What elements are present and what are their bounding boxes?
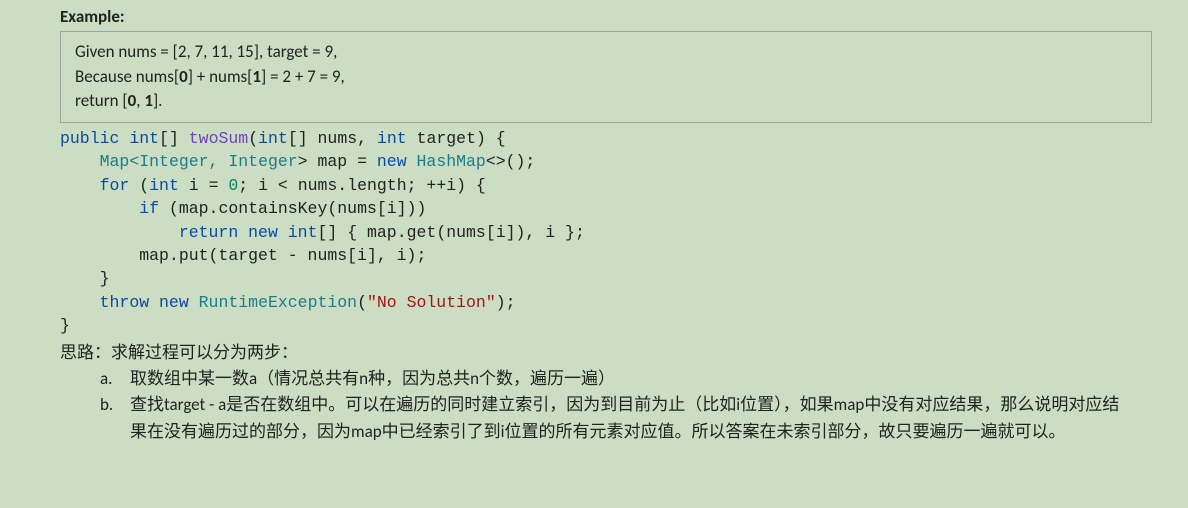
example-bold: 1 — [144, 90, 153, 111]
example-text: return [ — [75, 90, 128, 111]
code-token: for — [100, 176, 130, 195]
code-token: RuntimeException — [199, 293, 357, 312]
code-token — [60, 223, 179, 242]
code-token: return — [179, 223, 238, 242]
code-token: <>(); — [486, 152, 536, 171]
code-token — [60, 176, 100, 195]
example-box: Given nums = [2, 7, 11, 15], target = 9,… — [60, 31, 1152, 123]
code-token — [60, 293, 100, 312]
code-token: ( — [357, 293, 367, 312]
code-block: public int[] twoSum(int[] nums, int targ… — [60, 127, 1170, 338]
code-token — [189, 293, 199, 312]
code-token: new — [377, 152, 407, 171]
list-item: b. 查找target - a是否在数组中。可以在遍历的同时建立索引，因为到目前… — [100, 392, 1152, 445]
code-token: throw — [100, 293, 150, 312]
code-token: } — [60, 269, 110, 288]
code-token: twoSum — [189, 129, 248, 148]
code-token: i = — [179, 176, 229, 195]
code-token: 0 — [228, 176, 238, 195]
list-body: 取数组中某一数a（情况总共有n种，因为总共n个数，遍历一遍） — [130, 366, 1152, 392]
example-bold: 0 — [128, 90, 137, 111]
code-token: int — [377, 129, 407, 148]
code-token — [238, 223, 248, 242]
explain-head: 思路：求解过程可以分为两步： — [60, 340, 1152, 366]
code-token: < — [129, 152, 139, 171]
code-token — [407, 152, 417, 171]
list-marker: a. — [100, 366, 130, 392]
explanation: 思路：求解过程可以分为两步： a. 取数组中某一数a（情况总共有n种，因为总共n… — [60, 340, 1152, 445]
code-token: new — [159, 293, 189, 312]
example-line-3: return [0, 1]. — [75, 89, 1137, 114]
code-token: ; i < nums.length; ++i) { — [238, 176, 486, 195]
list-body: 查找target - a是否在数组中。可以在遍历的同时建立索引，因为到目前为止（… — [130, 392, 1152, 445]
example-text: Because nums[ — [75, 66, 179, 87]
example-line-2: Because nums[0] + nums[1] = 2 + 7 = 9, — [75, 65, 1137, 90]
code-token: int — [258, 129, 288, 148]
code-token: [] — [159, 129, 189, 148]
code-token — [60, 152, 100, 171]
code-token: [] { map.get(nums[i]), i }; — [318, 223, 585, 242]
code-token: int — [288, 223, 318, 242]
code-token: Integer — [139, 152, 208, 171]
code-token: public — [60, 129, 119, 148]
code-token: } — [60, 316, 70, 335]
code-token: ( — [248, 129, 258, 148]
code-token: Map — [100, 152, 130, 171]
code-token: > map = — [298, 152, 377, 171]
example-label: Example: — [60, 6, 1170, 27]
code-token — [149, 293, 159, 312]
example-text: ] = 2 + 7 = 9, — [261, 66, 345, 87]
example-line-1: Given nums = [2, 7, 11, 15], target = 9, — [75, 40, 1137, 65]
code-token — [278, 223, 288, 242]
code-token — [119, 129, 129, 148]
list-marker: b. — [100, 392, 130, 445]
code-token: if — [139, 199, 159, 218]
code-token: new — [248, 223, 278, 242]
code-token — [60, 199, 139, 218]
example-text: ]. — [153, 90, 163, 111]
code-token: "No Solution" — [367, 293, 496, 312]
code-token: map.put(target - nums[i], i); — [60, 246, 426, 265]
code-token: ); — [496, 293, 516, 312]
code-token: , — [209, 152, 229, 171]
example-bold: 0 — [179, 66, 188, 87]
example-text: ] + nums[ — [188, 66, 253, 87]
code-token: [] nums, — [288, 129, 377, 148]
code-token: (map.containsKey(nums[i])) — [159, 199, 426, 218]
code-token: Integer — [228, 152, 297, 171]
code-token: int — [149, 176, 179, 195]
list-item: a. 取数组中某一数a（情况总共有n种，因为总共n个数，遍历一遍） — [100, 366, 1152, 392]
code-token: target) { — [407, 129, 506, 148]
page-root: Example: Given nums = [2, 7, 11, 15], ta… — [0, 0, 1188, 508]
code-token: ( — [129, 176, 149, 195]
example-bold: 1 — [252, 66, 261, 87]
code-token: int — [129, 129, 159, 148]
code-token: HashMap — [417, 152, 486, 171]
